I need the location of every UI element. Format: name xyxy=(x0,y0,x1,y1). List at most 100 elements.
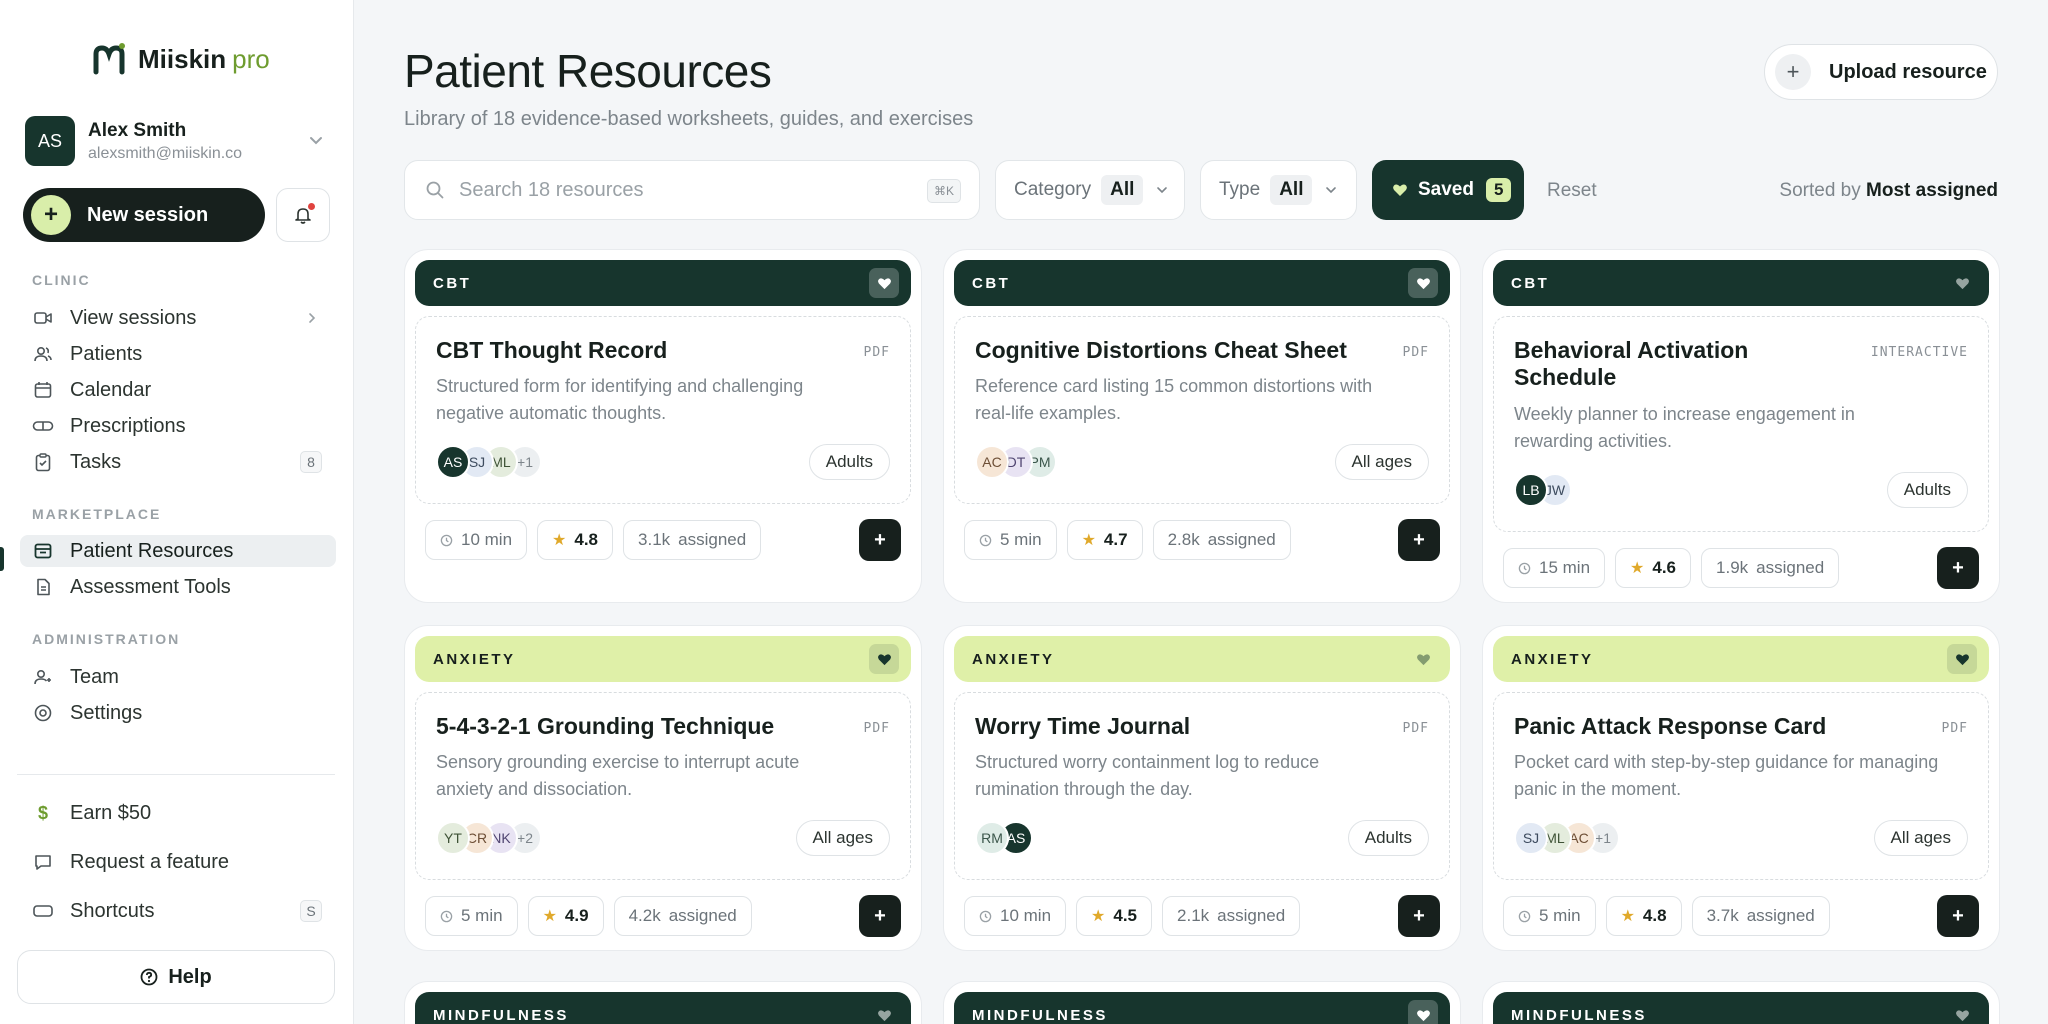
chevron-down-icon xyxy=(310,137,322,145)
sidebar-item-request-feature[interactable]: Request a feature xyxy=(20,846,336,878)
rating-pill: ★ 4.5 xyxy=(1076,896,1153,936)
user-menu[interactable]: AS Alex Smith alexsmith@miiskin.co xyxy=(25,115,325,167)
inbox-icon xyxy=(32,540,54,562)
clock-icon xyxy=(979,910,992,922)
assign-resource-button[interactable]: + xyxy=(1398,519,1440,561)
resource-card[interactable]: ANXIETY Panic Attack Response Card PDF P… xyxy=(1482,625,2000,951)
card-body[interactable]: Worry Time Journal PDF Structured worry … xyxy=(954,692,1450,880)
resource-card[interactable]: CBT Cognitive Distortions Cheat Sheet PD… xyxy=(943,249,1461,603)
upload-resource-label: Upload resource xyxy=(1829,60,1987,83)
heart-icon[interactable] xyxy=(1947,644,1977,674)
card-body[interactable]: CBT Thought Record PDF Structured form f… xyxy=(415,316,911,504)
card-body[interactable]: Cognitive Distortions Cheat Sheet PDF Re… xyxy=(954,316,1450,504)
help-button[interactable]: Help xyxy=(17,950,335,1004)
assigned-count: 4.2k xyxy=(628,906,661,925)
card-title: 5-4-3-2-1 Grounding Technique xyxy=(436,713,775,739)
sidebar-item-settings[interactable]: Settings xyxy=(20,697,336,729)
resource-card[interactable]: MINDFULNESS xyxy=(404,981,922,1024)
resource-card[interactable]: CBT CBT Thought Record PDF Structured fo… xyxy=(404,249,922,603)
sidebar-item-label: Tasks xyxy=(70,450,122,473)
card-category: CBT xyxy=(433,274,472,292)
card-description: Sensory grounding exercise to interrupt … xyxy=(436,752,800,799)
category-filter[interactable]: Category All xyxy=(995,160,1185,220)
sidebar-item-view-sessions[interactable]: View sessions xyxy=(20,302,336,334)
sidebar-item-team[interactable]: Team xyxy=(20,661,336,693)
heart-icon[interactable] xyxy=(1947,268,1977,298)
card-category: MINDFULNESS xyxy=(1511,1006,1647,1024)
card-description: Structured form for identifying and chal… xyxy=(436,376,804,423)
type-filter[interactable]: Type All xyxy=(1200,160,1357,220)
assign-resource-button[interactable]: + xyxy=(1937,895,1979,937)
sidebar-item-tasks[interactable]: Tasks 8 xyxy=(20,446,336,478)
sort-prefix: Sorted by xyxy=(1779,180,1861,201)
sidebar-item-patient-resources[interactable]: Patient Resources xyxy=(20,535,336,567)
heart-icon[interactable] xyxy=(1408,1000,1438,1024)
assigned-label: assigned xyxy=(678,530,747,549)
card-footer: 15 min ★ 4.6 1.9k assigned xyxy=(1503,548,1979,588)
assign-resource-button[interactable]: + xyxy=(1398,895,1440,937)
assignee-avatars: AC DT PM xyxy=(975,445,1057,479)
heart-icon[interactable] xyxy=(1947,1000,1977,1024)
card-category-header: ANXIETY xyxy=(954,636,1450,682)
heart-icon[interactable] xyxy=(1408,268,1438,298)
assign-resource-button[interactable]: + xyxy=(1937,547,1979,589)
resource-card[interactable]: ANXIETY Worry Time Journal PDF Structure… xyxy=(943,625,1461,951)
assignee-avatar: LB xyxy=(1514,473,1548,507)
heart-icon[interactable] xyxy=(869,644,899,674)
star-icon: ★ xyxy=(1081,532,1096,549)
user-name: Alex Smith xyxy=(88,119,187,141)
resource-card[interactable]: MINDFULNESS xyxy=(943,981,1461,1024)
notifications-button[interactable] xyxy=(276,188,330,242)
duration-pill: 5 min xyxy=(425,896,518,936)
card-footer: 5 min ★ 4.7 2.8k assigned xyxy=(964,520,1440,560)
card-type: PDF xyxy=(1941,721,1968,736)
clipboard-icon xyxy=(32,451,54,473)
saved-filter-button[interactable]: Saved 5 xyxy=(1372,160,1524,220)
assign-resource-button[interactable]: + xyxy=(859,895,901,937)
new-session-label: New session xyxy=(87,203,209,226)
heart-icon[interactable] xyxy=(1408,644,1438,674)
assigned-pill: 3.1k assigned xyxy=(623,520,762,560)
card-type: PDF xyxy=(863,721,890,736)
assign-resource-button[interactable]: + xyxy=(859,519,901,561)
new-session-button[interactable]: + New session xyxy=(23,188,265,242)
reset-filters-link[interactable]: Reset xyxy=(1547,180,1597,202)
rating-value: 4.7 xyxy=(1103,530,1128,549)
assignee-avatar: SJ xyxy=(1514,821,1548,855)
assigned-pill: 1.9k assigned xyxy=(1701,548,1840,588)
search-box[interactable]: ⌘K xyxy=(404,160,980,220)
upload-resource-button[interactable]: + Upload resource xyxy=(1764,44,1998,100)
sidebar-item-assessment-tools[interactable]: Assessment Tools xyxy=(20,571,336,603)
resource-card[interactable]: MINDFULNESS xyxy=(1482,981,2000,1024)
clock-icon xyxy=(440,910,453,922)
sidebar-item-calendar[interactable]: Calendar xyxy=(20,374,336,406)
duration-pill: 10 min xyxy=(964,896,1067,936)
card-body[interactable]: 5-4-3-2-1 Grounding Technique PDF Sensor… xyxy=(415,692,911,880)
card-title: Behavioral Activation Schedule xyxy=(1514,337,1749,390)
category-filter-value: All xyxy=(1101,175,1144,205)
search-input[interactable] xyxy=(459,178,899,202)
assigned-pill: 4.2k assigned xyxy=(613,896,752,936)
brand-logo[interactable]: Miiskin pro xyxy=(92,42,270,76)
sidebar-item-patients[interactable]: Patients xyxy=(20,338,336,370)
card-category: CBT xyxy=(1511,274,1550,292)
assigned-count: 1.9k xyxy=(1716,558,1749,577)
clock-icon xyxy=(1518,910,1531,922)
heart-icon[interactable] xyxy=(869,1000,899,1024)
sidebar-item-prescriptions[interactable]: Prescriptions xyxy=(20,410,336,442)
card-description: Structured worry containment log to redu… xyxy=(975,752,1320,799)
resource-card[interactable]: CBT Behavioral Activation Schedule INTERA… xyxy=(1482,249,2000,603)
card-category-header: CBT xyxy=(415,260,911,306)
notification-dot xyxy=(308,203,315,210)
sort-control[interactable]: Sorted by Most assigned xyxy=(1779,180,1998,202)
card-body[interactable]: Panic Attack Response Card PDF Pocket ca… xyxy=(1493,692,1989,880)
sidebar-item-earn[interactable]: $ Earn $50 xyxy=(20,797,336,829)
chevron-down-icon xyxy=(1326,187,1337,194)
resource-card[interactable]: ANXIETY 5-4-3-2-1 Grounding Technique PD… xyxy=(404,625,922,951)
rating-value: 4.8 xyxy=(574,530,599,549)
users-icon xyxy=(32,343,54,365)
card-footer: 10 min ★ 4.5 2.1k assigned xyxy=(964,896,1440,936)
sidebar-item-shortcuts[interactable]: Shortcuts S xyxy=(20,895,336,927)
card-body[interactable]: Behavioral Activation Schedule INTERACTIV… xyxy=(1493,316,1989,532)
heart-icon[interactable] xyxy=(869,268,899,298)
